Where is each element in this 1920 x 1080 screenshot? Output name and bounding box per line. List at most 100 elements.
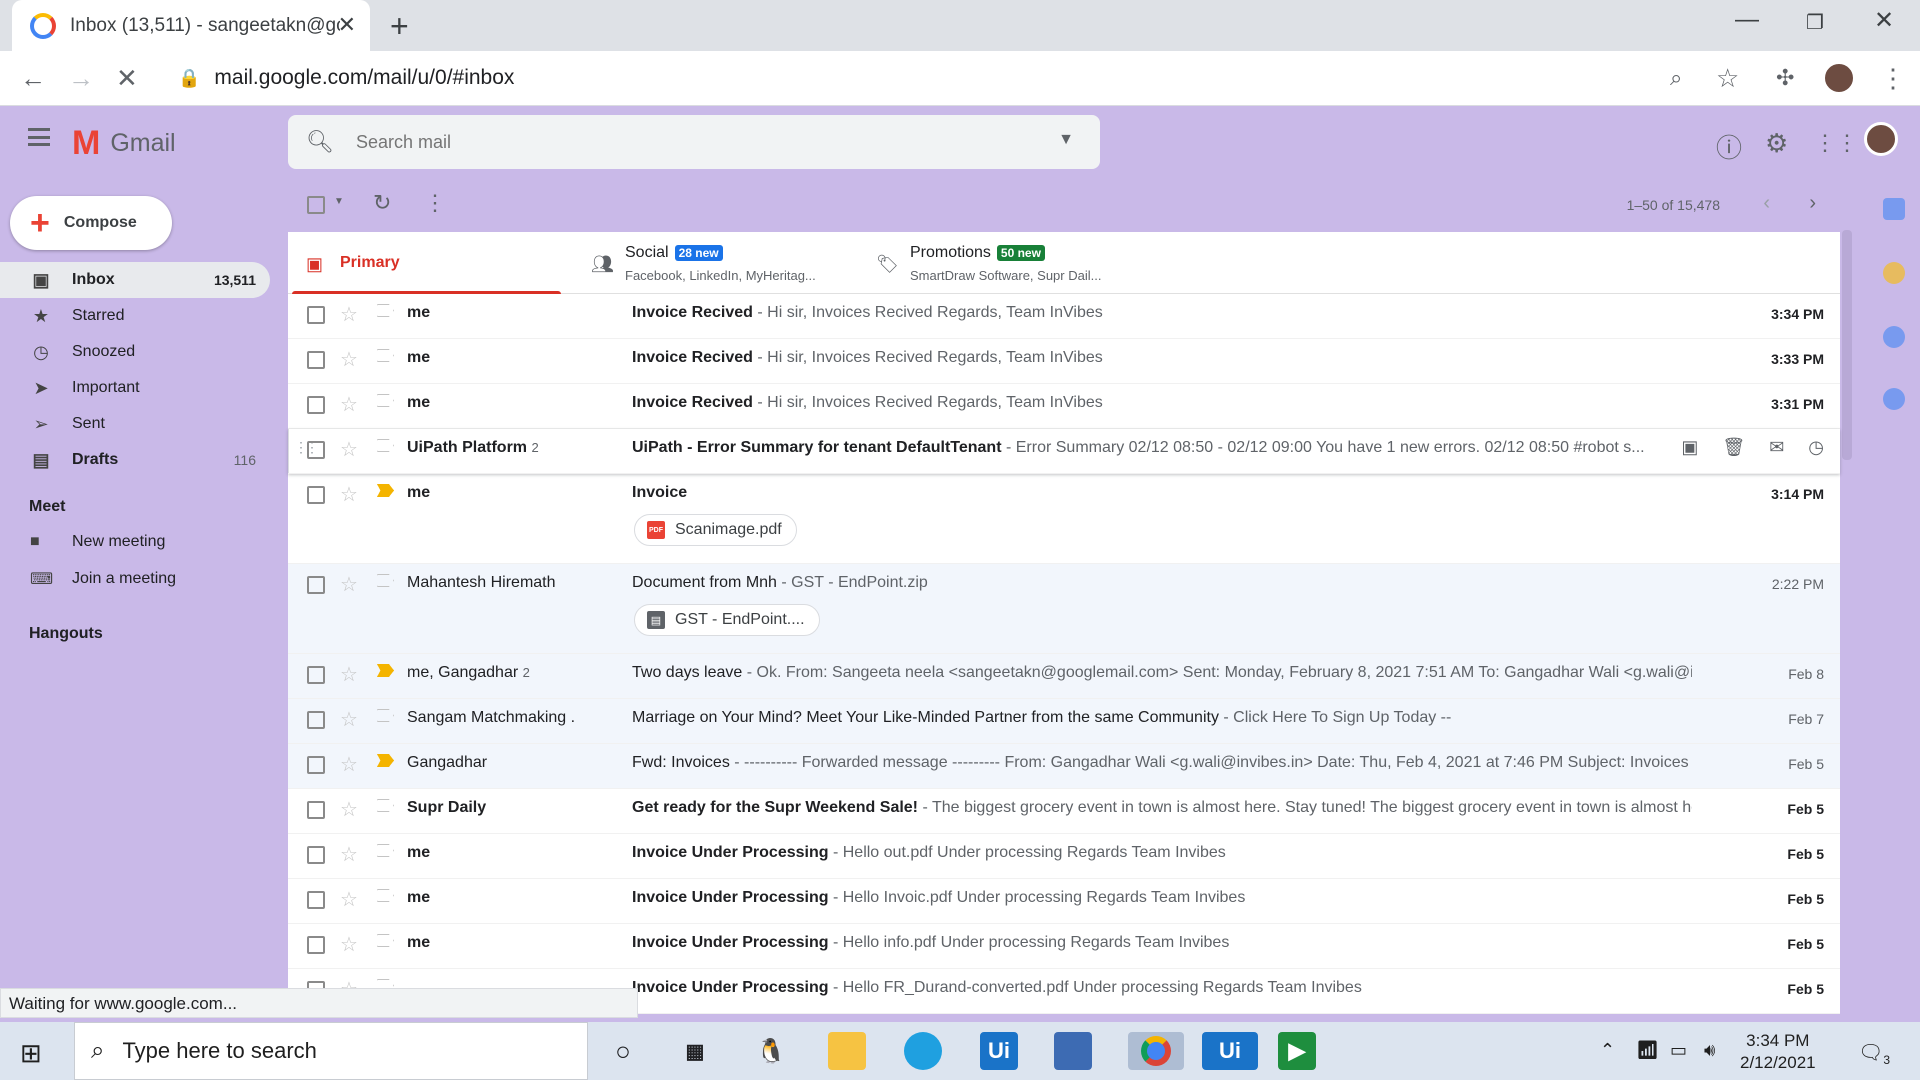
row-checkbox[interactable] [307,936,325,954]
uipath-robot-icon[interactable]: Ui [1202,1032,1258,1070]
mark-read-icon[interactable]: ✉ [1769,437,1784,458]
windows-start-icon[interactable]: ⊞ [20,1038,42,1069]
attachment-chip[interactable]: PDF Scanimage.pdf [634,514,797,546]
sidebar-item-important[interactable]: ➤ Important [0,370,270,406]
battery-icon[interactable]: ▭ [1670,1040,1687,1061]
select-dropdown-icon[interactable]: ▼ [334,196,344,207]
uipath-studio-icon[interactable]: Ui [980,1032,1018,1070]
important-marker-icon[interactable] [377,709,394,722]
important-marker-icon[interactable] [377,754,394,767]
star-icon[interactable]: ☆ [340,392,358,417]
email-row[interactable]: ☆ me Invoice Recived - Hi sir, Invoices R… [288,294,1840,339]
minimize-icon[interactable]: — [1735,6,1759,34]
tab-social[interactable]: 👥︎ Social 28 new Facebook, LinkedIn, MyHe… [573,232,858,294]
star-icon[interactable]: ☆ [340,707,358,732]
snooze-icon[interactable]: ◷ [1808,437,1824,458]
gmail-logo[interactable]: M Gmail [72,124,176,163]
email-row[interactable]: ☆ Gangadhar Fwd: Invoices - ---------- Fo… [288,744,1840,789]
star-icon[interactable]: ☆ [340,842,358,867]
star-icon[interactable]: ☆ [340,302,358,327]
search-icon[interactable]: 🔍︎ [306,129,334,155]
row-checkbox[interactable] [307,756,325,774]
important-marker-icon[interactable] [377,574,394,587]
back-icon[interactable]: ← [20,63,46,94]
important-marker-icon[interactable] [377,394,394,407]
settings-gear-icon[interactable]: ⚙ [1765,128,1788,159]
wifi-icon[interactable]: 📶︎ [1636,1040,1659,1061]
new-tab-icon[interactable]: + [390,8,409,45]
join-meeting-link[interactable]: ⌨ Join a meeting [30,569,176,589]
main-menu-icon[interactable] [28,128,50,146]
important-marker-icon[interactable] [377,844,394,857]
taskbar-search[interactable]: ⌕ Type here to search [74,1022,588,1080]
tab-primary[interactable]: ▣ Primary [288,232,561,294]
email-row[interactable]: ☆ Supr Daily Get ready for the Supr Weeke… [288,789,1840,834]
notifications-icon[interactable]: 🗨︎3 [1858,1040,1890,1067]
sidebar-item-snoozed[interactable]: ◷ Snoozed [0,334,270,370]
email-row[interactable]: ☆ Sangam Matchmaking . Marriage on Your M… [288,699,1840,744]
important-marker-icon[interactable] [377,799,394,812]
contacts-icon[interactable] [1883,388,1905,410]
volume-icon[interactable]: 🔊︎ [1704,1040,1715,1061]
email-row[interactable]: ☆ me Invoice Under Processing - Hello Inv… [288,879,1840,924]
row-checkbox[interactable] [307,441,325,459]
address-bar[interactable]: 🔒 mail.google.com/mail/u/0/#inbox [166,57,1701,99]
chrome-icon[interactable] [1128,1032,1184,1070]
close-tab-icon[interactable]: ✕ [338,12,356,38]
calendar-icon[interactable] [1883,198,1905,220]
sidebar-item-starred[interactable]: ★ Starred [0,298,270,334]
tab-promotions[interactable]: 🏷︎ Promotions 50 new SmartDraw Software, … [858,232,1158,294]
system-clock[interactable]: 3:34 PM 2/12/2021 [1740,1030,1816,1074]
select-all-checkbox[interactable] [307,196,325,214]
forward-icon[interactable]: → [68,63,94,94]
store-icon[interactable] [1054,1032,1092,1070]
browser-tab-gmail[interactable]: Inbox (13,511) - sangeetakn@go ✕ [12,0,370,51]
stop-loading-icon[interactable]: ✕ [116,63,138,94]
more-options-icon[interactable]: ⋮ [424,190,446,216]
compose-button[interactable]: + Compose [10,196,172,250]
email-row[interactable]: ☆ me Invoice Under Processing - Hello inf… [288,924,1840,969]
lock-icon[interactable]: 🔒 [178,68,200,89]
show-hidden-icons[interactable]: ⌃ [1600,1040,1615,1061]
row-checkbox[interactable] [307,666,325,684]
row-checkbox[interactable] [307,396,325,414]
email-row[interactable]: ☆ me Invoice 3:14 PM PDF Scanimage.pdf [288,474,1840,564]
keep-icon[interactable] [1883,262,1905,284]
older-page-icon[interactable]: › [1809,192,1816,215]
star-icon[interactable]: ☆ [340,932,358,957]
refresh-icon[interactable]: ↻ [373,190,391,216]
important-marker-icon[interactable] [377,664,394,677]
tasks-icon[interactable] [1883,326,1905,348]
browser-menu-icon[interactable]: ⋮ [1880,63,1906,94]
newer-page-icon[interactable]: ‹ [1763,192,1770,215]
search-input[interactable] [355,131,1056,153]
search-options-icon[interactable]: ▼ [1058,131,1074,149]
file-explorer-icon[interactable] [828,1032,866,1070]
star-icon[interactable]: ☆ [340,437,358,462]
row-checkbox[interactable] [307,801,325,819]
important-marker-icon[interactable] [377,349,394,362]
row-checkbox[interactable] [307,486,325,504]
row-checkbox[interactable] [307,351,325,369]
star-icon[interactable]: ☆ [340,797,358,822]
star-icon[interactable]: ☆ [340,887,358,912]
row-checkbox[interactable] [307,576,325,594]
bookmark-star-icon[interactable]: ☆ [1716,63,1739,94]
sidebar-item-sent[interactable]: ➢ Sent [0,406,270,442]
new-meeting-link[interactable]: ■ New meeting [30,533,165,551]
sidebar-item-drafts[interactable]: ▤ Drafts 116 [0,442,270,478]
email-row[interactable]: ☆ Mahantesh Hiremath Document from Mnh - … [288,564,1840,654]
edge-icon[interactable] [904,1032,942,1070]
archive-icon[interactable]: ▣ [1681,437,1698,458]
zoom-icon[interactable]: ⌕ [1670,65,1682,91]
important-marker-icon[interactable] [377,934,394,947]
email-row[interactable]: ☆ me Invoice Under Processing - Hello out… [288,834,1840,879]
important-marker-icon[interactable] [377,889,394,902]
important-marker-icon[interactable] [377,484,394,497]
account-avatar[interactable] [1864,122,1898,156]
row-checkbox[interactable] [307,891,325,909]
media-player-icon[interactable]: ▶ [1278,1032,1316,1070]
close-window-icon[interactable]: ✕ [1874,6,1894,35]
star-icon[interactable]: ☆ [340,347,358,372]
cortana-icon[interactable]: ○ [604,1032,642,1070]
